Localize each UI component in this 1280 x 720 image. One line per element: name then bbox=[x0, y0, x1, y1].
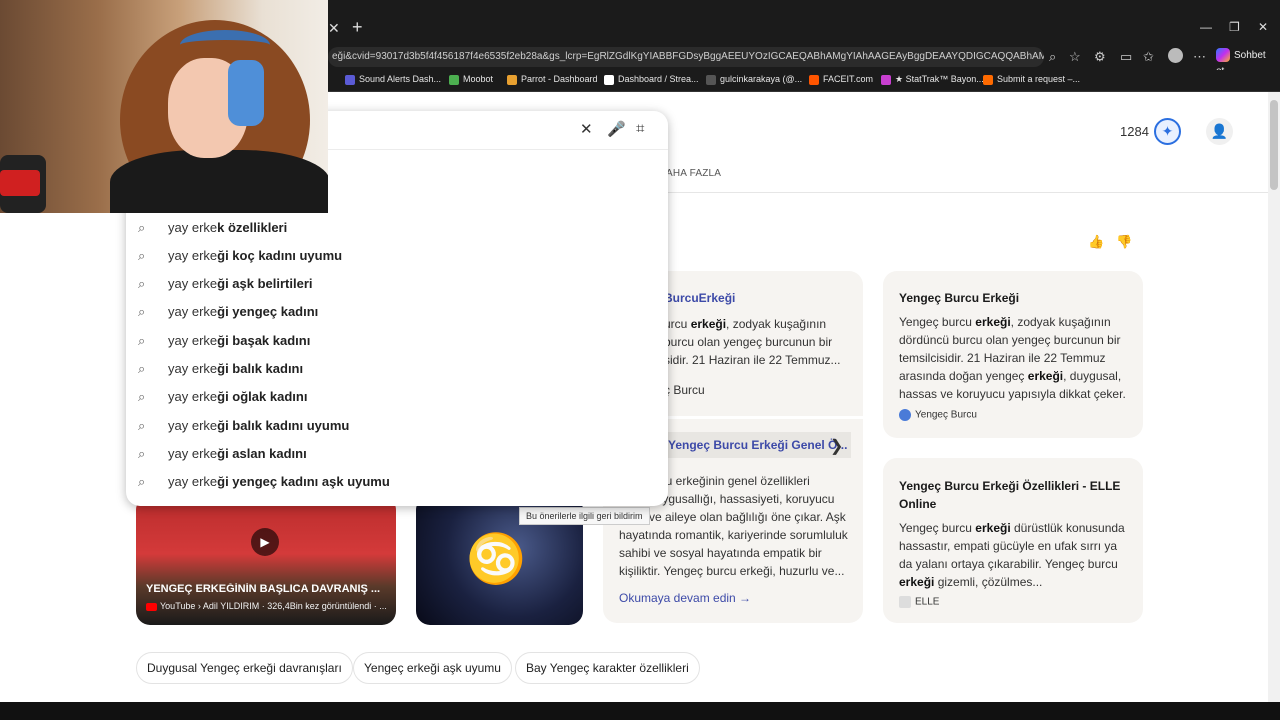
bookmark-icon bbox=[706, 74, 716, 85]
rewards-points: 1284 bbox=[1120, 124, 1149, 139]
suggestion-item[interactable]: ⌕ yay erkeği koç kadını uyumu bbox=[126, 242, 668, 270]
suggestion-item[interactable]: ⌕ yay erkek özellikleri bbox=[126, 214, 668, 242]
restore-icon[interactable]: ❐ bbox=[1229, 20, 1240, 34]
bookmark-faceit[interactable]: FACEIT.com bbox=[809, 74, 873, 85]
card1-snippet: urcu erkeği, zodyak kuşağının burcu olan… bbox=[664, 317, 841, 367]
bookmark-icon bbox=[809, 74, 819, 85]
card1-title[interactable]: BurcuErkeği bbox=[664, 291, 735, 305]
search-icon: ⌕ bbox=[138, 333, 146, 348]
card4-title[interactable]: Yengeç Burcu Erkeği Özellikleri - ELLE O… bbox=[899, 477, 1120, 513]
card3-title[interactable]: Yengeç Burcu Erkeği bbox=[899, 291, 1019, 305]
play-icon[interactable]: ▶ bbox=[251, 528, 279, 556]
suggestion-item[interactable]: ⌕ yay erkeği oğlak kadını bbox=[126, 383, 668, 411]
globe-icon bbox=[899, 409, 911, 421]
search-icon: ⌕ bbox=[138, 220, 146, 235]
bookmark-stattrak[interactable]: ★ StatTrak™ Bayon... bbox=[881, 74, 984, 85]
rewards-medal-icon[interactable]: ✦ bbox=[1154, 118, 1181, 145]
copilot-icon bbox=[1216, 48, 1230, 63]
chevron-right-icon[interactable]: ❯ bbox=[830, 436, 843, 456]
search-icon: ⌕ bbox=[138, 276, 146, 291]
zoom-icon[interactable]: ⌕ bbox=[1049, 49, 1056, 65]
microphone-icon[interactable]: 🎤 bbox=[607, 120, 626, 138]
card2-title[interactable]: Yengeç Burcu Erkeği Genel Ö... bbox=[664, 432, 852, 458]
card1-source[interactable]: ç Burcu bbox=[664, 383, 705, 397]
webcam-shirt bbox=[110, 150, 328, 213]
card4-snippet: Yengeç burcu erkeği dürüstlük konusunda … bbox=[899, 521, 1125, 589]
headphone-icon bbox=[228, 60, 264, 126]
search-icon: ⌕ bbox=[138, 389, 146, 404]
split-screen-icon[interactable]: ▭ bbox=[1120, 49, 1132, 65]
bookmark-icon bbox=[507, 74, 517, 85]
extensions-icon[interactable]: ⚙ bbox=[1094, 49, 1106, 65]
favorite-icon[interactable]: ☆ bbox=[1069, 49, 1081, 65]
bookmark-moobot[interactable]: Moobot bbox=[449, 74, 493, 85]
address-bar[interactable]: eği&cvid=93017d3b5f4f456187f4e6535f2eb28… bbox=[328, 47, 1044, 67]
favorites-icon[interactable]: ✩ bbox=[1143, 49, 1154, 65]
suggestion-item[interactable]: ⌕ yay erkeği balık kadını bbox=[126, 355, 668, 383]
card4-source[interactable]: ELLE bbox=[899, 596, 939, 608]
tab-more[interactable]: AHA FAZLA bbox=[666, 168, 721, 179]
video-title[interactable]: YENGEÇ ERKEĞİNİN BAŞLICA DAVRANIŞ ... bbox=[146, 583, 386, 595]
bookmark-icon bbox=[881, 74, 891, 85]
related-search-chip[interactable]: Bay Yengeç karakter özellikleri bbox=[515, 652, 700, 684]
more-icon[interactable]: ⋯ bbox=[1193, 49, 1206, 65]
suggestion-item[interactable]: ⌕ yay erkeği yengeç kadını aşk uyumu bbox=[126, 468, 668, 496]
search-icon: ⌕ bbox=[138, 361, 146, 376]
scrollbar-thumb[interactable] bbox=[1270, 100, 1278, 190]
minimize-icon[interactable]: — bbox=[1200, 20, 1212, 34]
suggestion-item[interactable]: ⌕ yay erkeği aslan kadını bbox=[126, 440, 668, 468]
suggestion-item[interactable]: ⌕ yay erkeği yengeç kadını bbox=[126, 298, 668, 326]
profile-avatar[interactable] bbox=[1168, 48, 1183, 63]
headphone-band bbox=[180, 30, 270, 60]
search-icon: ⌕ bbox=[138, 418, 146, 433]
thumbs-up-icon[interactable]: 👍 bbox=[1088, 234, 1104, 250]
bookmark-dashboard-stream[interactable]: Dashboard / Strea... bbox=[604, 74, 699, 85]
webcam-overlay bbox=[0, 0, 328, 213]
feedback-tooltip[interactable]: Bu önerilerle ilgili geri bildirim bbox=[519, 507, 650, 525]
new-tab-icon[interactable]: + bbox=[352, 17, 363, 38]
close-window-icon[interactable]: ✕ bbox=[1258, 20, 1268, 34]
related-search-chip[interactable]: Yengeç erkeği aşk uyumu bbox=[353, 652, 512, 684]
copilot-button[interactable]: Sohbet et bbox=[1216, 48, 1276, 77]
bookmark-icon bbox=[345, 74, 355, 85]
search-icon: ⌕ bbox=[138, 446, 146, 461]
user-account-icon[interactable]: 👤 bbox=[1206, 118, 1233, 145]
bookmark-icon bbox=[983, 74, 993, 85]
video-meta: YouTube › Adil YILDIRIM · 326,4Bin kez g… bbox=[146, 601, 390, 611]
read-more-link[interactable]: Okumaya devam edin → bbox=[619, 591, 751, 605]
related-search-chip[interactable]: Duygusal Yengeç erkeği davranışları bbox=[136, 652, 353, 684]
taskbar-strip bbox=[0, 702, 1280, 720]
bookmark-parrot[interactable]: Parrot - Dashboard bbox=[507, 74, 598, 85]
search-icon: ⌕ bbox=[138, 304, 146, 319]
search-icon: ⌕ bbox=[138, 248, 146, 263]
bookmark-submit-request[interactable]: Submit a request –... bbox=[983, 74, 1080, 85]
thumbs-down-icon[interactable]: 👎 bbox=[1116, 234, 1132, 250]
search-icon: ⌕ bbox=[138, 474, 146, 489]
bookmark-icon bbox=[449, 74, 459, 85]
card3-source[interactable]: Yengeç Burcu bbox=[899, 409, 977, 421]
card3-snippet: Yengeç burcu erkeği, zodyak kuşağının dö… bbox=[899, 315, 1126, 401]
bookmark-sound-alerts[interactable]: Sound Alerts Dash... bbox=[345, 74, 441, 85]
suggestion-item[interactable]: ⌕ yay erkeği balık kadını uyumu bbox=[126, 412, 668, 440]
suggestion-item[interactable]: ⌕ yay erkeği başak kadını bbox=[126, 327, 668, 355]
cancer-zodiac-icon: ♋ bbox=[466, 533, 526, 586]
bookmark-icon bbox=[604, 74, 614, 85]
elle-logo-icon bbox=[899, 596, 911, 608]
clear-search-icon[interactable]: ✕ bbox=[580, 120, 593, 138]
bookmark-tiktok[interactable]: gulcinkarakaya (@... bbox=[706, 74, 802, 85]
screen: ✕ + — ❐ ✕ eği&cvid=93017d3b5f4f456187f4e… bbox=[0, 0, 1280, 720]
suggestion-item[interactable]: ⌕ yay erkeği aşk belirtileri bbox=[126, 270, 668, 298]
close-tab-icon[interactable]: ✕ bbox=[328, 20, 340, 37]
visual-search-icon[interactable]: ⌗ bbox=[636, 120, 644, 137]
microphone-light bbox=[0, 170, 40, 196]
youtube-icon bbox=[146, 602, 157, 611]
